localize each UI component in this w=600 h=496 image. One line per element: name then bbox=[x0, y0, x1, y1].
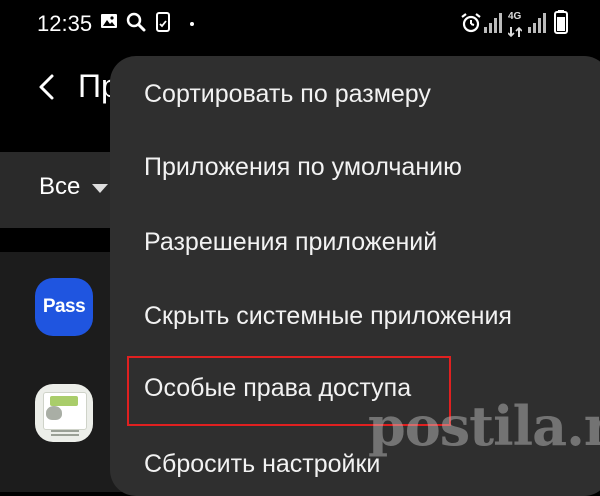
menu-item-hide-system-apps[interactable]: Скрыть системные приложения bbox=[144, 302, 512, 331]
menu-item-app-permissions[interactable]: Разрешения приложений bbox=[144, 228, 437, 257]
search-icon bbox=[126, 12, 146, 37]
pass-app-icon-text: Pass bbox=[42, 296, 86, 317]
alarm-icon bbox=[460, 12, 482, 39]
4g-icon bbox=[507, 24, 523, 42]
notes-app-icon[interactable] bbox=[35, 384, 93, 442]
pass-app-icon[interactable]: Pass bbox=[35, 278, 93, 336]
screenshot-icon bbox=[154, 12, 172, 37]
signal-icon bbox=[484, 11, 502, 33]
caret-down-icon[interactable] bbox=[92, 184, 108, 193]
filter-label: Все bbox=[39, 173, 81, 200]
watermark: postila.ru bbox=[368, 394, 600, 458]
battery-icon bbox=[554, 10, 568, 39]
status-bar: 12:35 4G bbox=[0, 0, 600, 50]
menu-item-sort-by-size[interactable]: Сортировать по размеру bbox=[144, 80, 431, 109]
notes-lines bbox=[51, 430, 79, 432]
notes-grey-shape bbox=[46, 406, 62, 420]
image-icon bbox=[100, 12, 118, 35]
dot-icon bbox=[190, 22, 194, 26]
back-arrow-icon[interactable] bbox=[36, 72, 56, 107]
status-time: 12:35 bbox=[37, 11, 93, 36]
network-type-label: 4G bbox=[508, 11, 522, 22]
signal-icon-2 bbox=[528, 11, 546, 33]
notes-green-strip bbox=[50, 396, 78, 406]
menu-item-default-apps[interactable]: Приложения по умолчанию bbox=[144, 153, 462, 182]
